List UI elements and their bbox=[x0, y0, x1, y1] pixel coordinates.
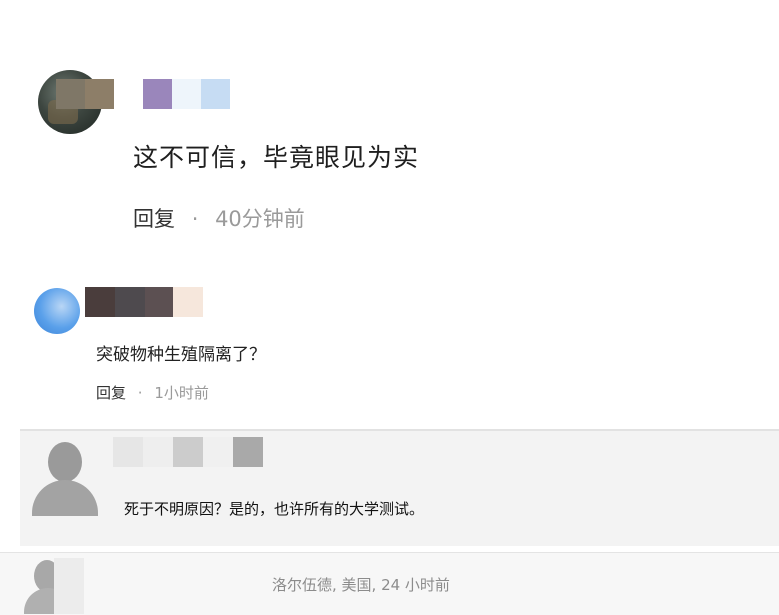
comment-text: 这不可信，毕竟眼见为实 bbox=[133, 143, 420, 172]
meta-separator: · bbox=[191, 207, 199, 231]
username-redacted[interactable] bbox=[56, 79, 230, 109]
avatar-head-icon bbox=[48, 442, 82, 482]
avatar-body-icon bbox=[32, 480, 98, 516]
avatar-placeholder[interactable] bbox=[26, 436, 104, 516]
comment-meta: 回复 · 1小时前 bbox=[96, 382, 209, 403]
comment-meta: 回复 · 40分钟前 bbox=[133, 203, 305, 233]
avatar[interactable] bbox=[34, 288, 80, 334]
comment-meta: 洛尔伍德, 美国, 24 小时前 bbox=[272, 576, 450, 594]
username-redacted[interactable] bbox=[113, 437, 263, 467]
comment-text: 突破物种生殖隔离了？ bbox=[96, 345, 266, 365]
avatar-placeholder[interactable] bbox=[24, 558, 84, 614]
timestamp: 40分钟前 bbox=[215, 207, 305, 231]
blur-overlay bbox=[54, 558, 84, 614]
reply-button[interactable]: 回复 bbox=[133, 207, 175, 231]
meta-separator: · bbox=[137, 384, 143, 402]
reply-button[interactable]: 回复 bbox=[96, 384, 126, 402]
username-redacted[interactable] bbox=[85, 287, 203, 317]
timestamp: 1小时前 bbox=[154, 384, 209, 402]
comment-text: 死于不明原因？是的，也许所有的大学测试。 bbox=[124, 500, 425, 518]
